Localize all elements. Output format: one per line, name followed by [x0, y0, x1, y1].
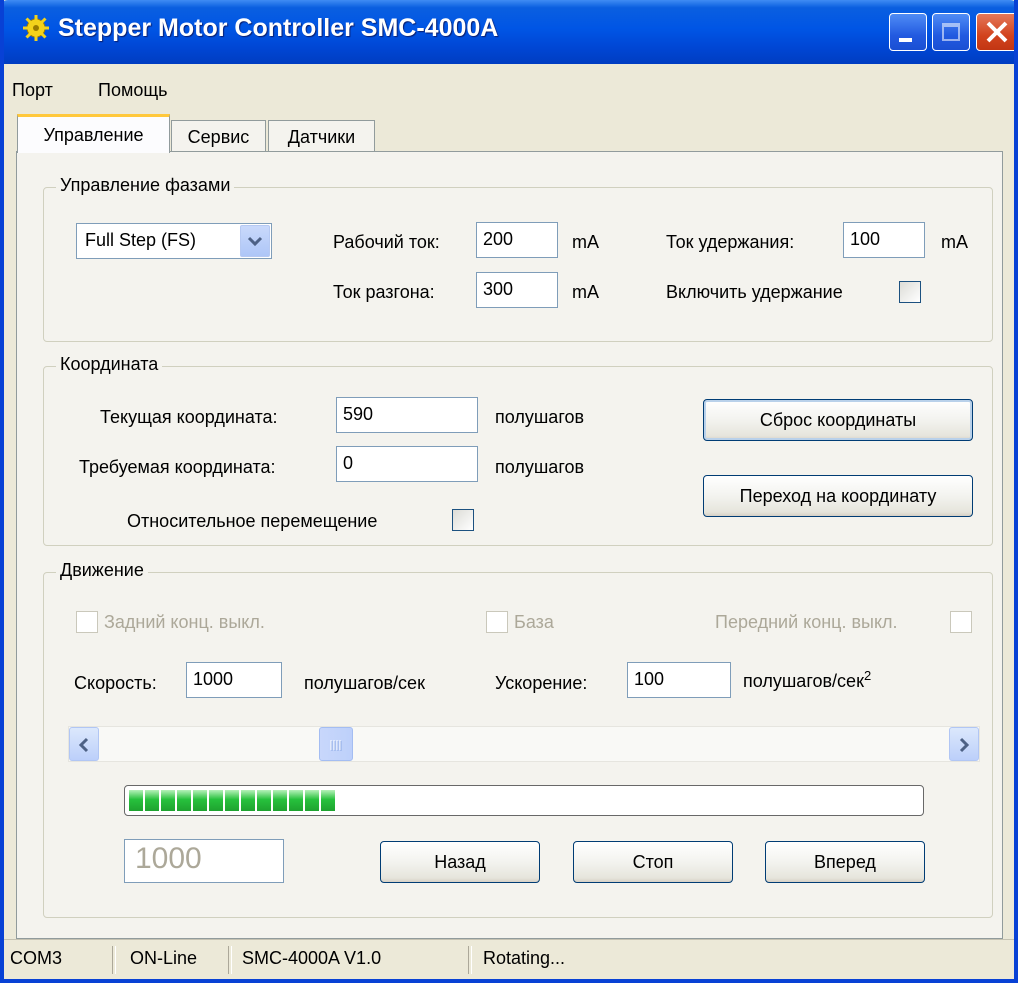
chevron-right-icon	[959, 737, 970, 753]
accel-current-input[interactable]: 300	[476, 272, 558, 308]
status-bar: COM3 ON-Line SMC-4000A V1.0 Rotating...	[4, 939, 1014, 979]
hold-current-unit: mA	[941, 232, 968, 252]
menu-help[interactable]: Помощь	[98, 80, 168, 101]
motion-group: Движение Задний конц. выкл. База Передни…	[43, 560, 993, 918]
coordinate-group-label: Координата	[56, 354, 163, 375]
phase-group-label: Управление фазами	[56, 175, 235, 196]
scroll-left-button[interactable]	[69, 727, 99, 761]
acceleration-unit: полушагов/сек2	[743, 668, 871, 692]
progress-block	[177, 790, 191, 811]
grip-icon	[330, 740, 342, 751]
current-coordinate-unit: полушагов	[495, 407, 585, 427]
tab-control[interactable]: Управление	[17, 114, 170, 153]
status-message: Rotating...	[483, 948, 566, 968]
current-coordinate-label: Текущая координата:	[100, 407, 278, 427]
progress-block	[161, 790, 175, 811]
current-coordinate-input[interactable]: 590	[336, 397, 478, 433]
tab-sensors[interactable]: Датчики	[268, 120, 375, 152]
progress-block	[193, 790, 207, 811]
progress-block	[305, 790, 319, 811]
app-window: Stepper Motor Controller SMC-4000A Порт …	[0, 0, 1018, 983]
reset-coordinate-button[interactable]: Сброс координаты	[703, 399, 973, 441]
chevron-down-icon	[247, 236, 263, 247]
speed-input[interactable]: 1000	[186, 662, 282, 698]
status-separator	[112, 946, 116, 974]
progress-block	[129, 790, 143, 811]
rear-limit-checkbox[interactable]	[76, 611, 98, 633]
rear-limit-label: Задний конц. выкл.	[104, 612, 265, 632]
progress-block	[257, 790, 271, 811]
step-mode-select[interactable]: Full Step (FS)	[76, 223, 272, 259]
base-label: База	[514, 612, 554, 632]
maximize-icon	[942, 23, 960, 41]
tab-service[interactable]: Сервис	[171, 120, 266, 152]
menu-port[interactable]: Порт	[12, 80, 53, 101]
coordinate-group: Координата Текущая координата: 590 полуш…	[43, 354, 993, 546]
target-coordinate-input[interactable]: 0	[336, 446, 478, 482]
progress-block	[289, 790, 303, 811]
target-coordinate-label: Требуемая координата:	[79, 457, 276, 477]
close-button[interactable]	[976, 13, 1014, 51]
close-icon	[986, 21, 1008, 43]
front-limit-checkbox[interactable]	[950, 611, 972, 633]
relative-move-checkbox[interactable]	[452, 509, 474, 531]
window-title: Stepper Motor Controller SMC-4000A	[58, 14, 499, 42]
work-current-unit: mA	[572, 232, 599, 252]
dropdown-button[interactable]	[240, 225, 270, 257]
accel-current-unit: mA	[572, 282, 599, 302]
work-current-input[interactable]: 200	[476, 222, 558, 258]
hold-current-label: Ток удержания:	[666, 232, 795, 252]
slider-thumb[interactable]	[319, 727, 353, 761]
hold-enable-label: Включить удержание	[666, 282, 843, 302]
progress-block	[321, 790, 335, 811]
status-separator	[228, 946, 232, 974]
hold-current-input[interactable]: 100	[843, 222, 925, 258]
forward-button[interactable]: Вперед	[765, 841, 925, 883]
progress-block	[273, 790, 287, 811]
target-coordinate-unit: полушагов	[495, 457, 585, 477]
tab-page-control: Управление фазами Full Step (FS) Рабочий…	[16, 151, 1003, 939]
status-separator	[468, 946, 472, 974]
motion-group-label: Движение	[56, 560, 148, 581]
work-current-label: Рабочий ток:	[333, 232, 440, 252]
status-port: COM3	[10, 948, 63, 968]
acceleration-unit-power: 2	[863, 668, 872, 683]
title-bar[interactable]: Stepper Motor Controller SMC-4000A	[4, 0, 1014, 64]
progress-block	[241, 790, 255, 811]
phase-control-group: Управление фазами Full Step (FS) Рабочий…	[43, 175, 993, 342]
hold-enable-checkbox[interactable]	[899, 281, 921, 303]
status-device: SMC-4000A V1.0	[242, 948, 382, 968]
speed-progress-bar	[124, 785, 924, 816]
progress-block	[225, 790, 239, 811]
progress-block	[145, 790, 159, 811]
acceleration-unit-text: полушагов/сек	[743, 671, 864, 691]
step-mode-value: Full Step (FS)	[85, 230, 197, 250]
accel-current-label: Ток разгона:	[333, 282, 435, 302]
front-limit-label: Передний конц. выкл.	[715, 612, 898, 632]
gear-icon	[23, 15, 49, 41]
status-connection: ON-Line	[130, 948, 198, 968]
speed-display-field: 1000	[124, 839, 284, 883]
speed-slider[interactable]	[68, 726, 980, 762]
relative-move-label: Относительное перемещение	[127, 511, 378, 531]
stop-button[interactable]: Стоп	[573, 841, 733, 883]
chevron-left-icon	[78, 737, 89, 753]
goto-coordinate-button[interactable]: Переход на координату	[703, 475, 973, 517]
speed-label: Скорость:	[74, 673, 157, 693]
progress-block	[209, 790, 223, 811]
maximize-button[interactable]	[932, 13, 970, 51]
minimize-icon	[899, 38, 912, 42]
speed-unit: полушагов/сек	[304, 673, 425, 693]
back-button[interactable]: Назад	[380, 841, 540, 883]
acceleration-input[interactable]: 100	[627, 662, 731, 698]
minimize-button[interactable]	[889, 13, 927, 51]
menu-bar: Порт Помощь	[4, 64, 1014, 112]
scroll-right-button[interactable]	[949, 727, 979, 761]
base-checkbox[interactable]	[486, 611, 508, 633]
acceleration-label: Ускорение:	[495, 673, 588, 693]
